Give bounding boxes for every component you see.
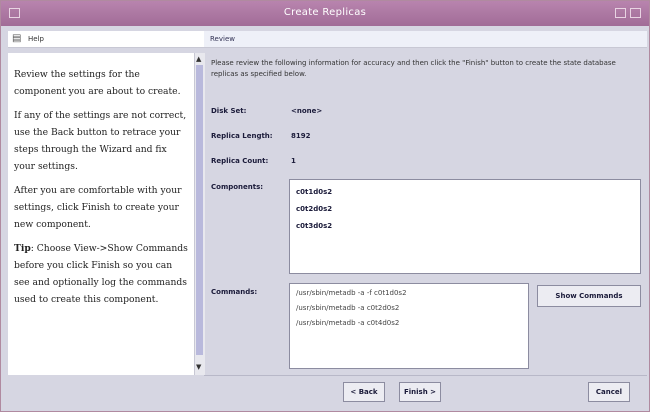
help-paragraph-back: If any of the settings are not correct, … <box>14 110 187 172</box>
finish-label: Finish > <box>403 388 437 396</box>
disk-set-value: <none> <box>291 107 323 115</box>
components-list-item[interactable]: c0t1d0s2 <box>296 188 332 196</box>
cancel-label: Cancel <box>595 388 623 396</box>
replica-count-label: Replica Count: <box>211 157 269 165</box>
review-header: Review <box>204 31 647 48</box>
help-paragraph-review: Review the settings for the component yo… <box>14 69 181 97</box>
window-title: Create Replicas <box>283 7 367 18</box>
commands-list-item[interactable]: /usr/sbin/metadb -a -f c0t1d0s2 <box>296 289 407 297</box>
components-label: Components: <box>211 183 264 191</box>
help-pane[interactable]: Review the settings for the component yo… <box>8 53 194 375</box>
create-replicas-window: Create Replicas ▤ Help Review the settin… <box>0 0 650 412</box>
finish-button[interactable]: Finish > <box>399 382 441 402</box>
scroll-thumb[interactable] <box>196 65 203 355</box>
help-scrollbar[interactable]: ▲ ▼ <box>194 53 205 375</box>
help-book-icon: ▤ <box>12 33 22 44</box>
close-button[interactable] <box>630 8 641 18</box>
disk-set-label: Disk Set: <box>211 107 247 115</box>
commands-list-item[interactable]: /usr/sbin/metadb -a c0t2d0s2 <box>296 304 399 312</box>
replica-length-value: 8192 <box>291 132 311 140</box>
cancel-button[interactable]: Cancel <box>588 382 630 402</box>
commands-list-item[interactable]: /usr/sbin/metadb -a c0t4d0s2 <box>296 319 399 327</box>
components-list[interactable]: c0t1d0s2 c0t2d0s2 c0t3d0s2 <box>289 179 641 274</box>
help-tip-text: : Choose View->Show Commands before you … <box>14 243 188 305</box>
show-commands-button[interactable]: Show Commands <box>537 285 641 307</box>
components-list-item[interactable]: c0t3d0s2 <box>296 222 332 230</box>
scroll-down-arrow-icon[interactable]: ▼ <box>196 363 201 371</box>
commands-label: Commands: <box>211 288 258 296</box>
scroll-up-arrow-icon[interactable]: ▲ <box>196 55 201 63</box>
help-tip-label: Tip <box>14 243 31 254</box>
help-tip: Tip: Choose View->Show Commands before y… <box>8 240 194 308</box>
back-button[interactable]: < Back <box>343 382 385 402</box>
help-header-label: Help <box>28 35 44 43</box>
components-list-item[interactable]: c0t2d0s2 <box>296 205 332 213</box>
help-paragraph-finish: After you are comfortable with your sett… <box>14 185 182 230</box>
footer-divider <box>204 375 647 376</box>
back-label: < Back <box>350 388 378 396</box>
replica-count-value: 1 <box>291 157 296 165</box>
title-bar: Create Replicas <box>1 1 649 26</box>
review-intro-text: Please review the following information … <box>211 59 616 78</box>
help-header: ▤ Help <box>8 31 204 48</box>
maximize-button[interactable] <box>615 8 626 18</box>
review-header-label: Review <box>210 35 235 43</box>
show-commands-label: Show Commands <box>555 292 623 300</box>
commands-list[interactable]: /usr/sbin/metadb -a -f c0t1d0s2 /usr/sbi… <box>289 283 529 369</box>
replica-length-label: Replica Length: <box>211 132 273 140</box>
